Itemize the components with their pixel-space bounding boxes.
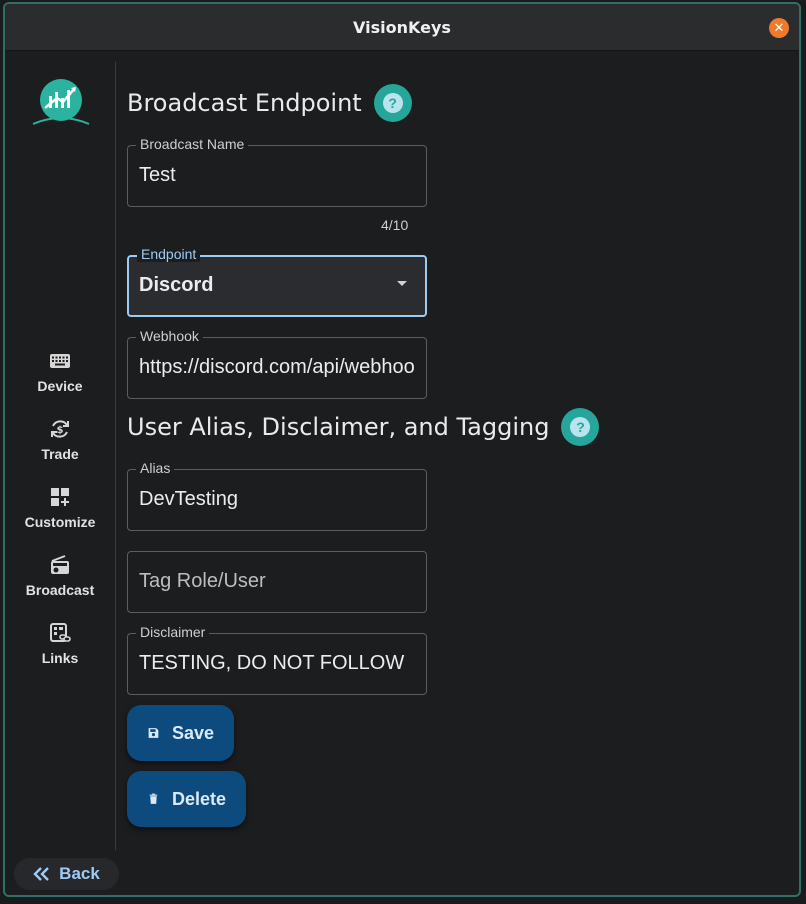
field-label: Broadcast Name: [136, 136, 249, 152]
delete-button[interactable]: Delete: [127, 771, 246, 827]
broadcast-name-field[interactable]: Broadcast Name Test: [127, 136, 427, 207]
dropdown-caret-icon: [397, 281, 407, 286]
help-button[interactable]: ?: [373, 84, 412, 122]
field-value: DevTesting: [139, 488, 238, 510]
trash-icon: [149, 793, 158, 804]
delete-label: Delete: [171, 788, 226, 809]
field-value: TESTING, DO NOT FOLLOW: [139, 652, 405, 674]
save-icon: [148, 728, 159, 738]
section-title: User Alias, Disclaimer, and Tagging: [127, 413, 550, 441]
field-value: Test: [139, 164, 176, 186]
tag-role-user-field[interactable]: Tag Role/User: [127, 551, 427, 613]
help-icon: ?: [570, 417, 591, 437]
character-counter: 4/10: [381, 217, 409, 233]
field-label: Webhook: [136, 328, 203, 344]
field-label: Alias: [136, 460, 175, 476]
save-button[interactable]: Save: [127, 705, 234, 761]
field-label: Endpoint: [137, 246, 201, 262]
alias-field[interactable]: Alias DevTesting: [127, 460, 427, 531]
app-window: VisionKeys ✕ Device $ Trade Customize Br…: [3, 2, 801, 897]
field-label: Disclaimer: [136, 624, 210, 640]
disclaimer-field[interactable]: Disclaimer TESTING, DO NOT FOLLOW: [127, 624, 427, 695]
webhook-field[interactable]: Webhook https://discord.com/api/webhooks…: [127, 328, 427, 399]
save-label: Save: [171, 722, 214, 743]
section-title: Broadcast Endpoint: [127, 89, 362, 117]
field-value: Discord: [139, 274, 214, 296]
broadcast-section-heading: Broadcast Endpoint ?: [127, 84, 412, 122]
help-button[interactable]: ?: [561, 408, 600, 446]
field-placeholder: Tag Role/User: [139, 570, 266, 592]
endpoint-select[interactable]: Endpoint Discord: [127, 246, 427, 317]
help-icon: ?: [382, 93, 403, 113]
alias-section-heading: User Alias, Disclaimer, and Tagging ?: [127, 408, 600, 446]
field-value: https://discord.com/api/webhooks/: [139, 356, 416, 378]
main-content: Broadcast Endpoint ? Broadcast Name Test…: [5, 4, 799, 895]
